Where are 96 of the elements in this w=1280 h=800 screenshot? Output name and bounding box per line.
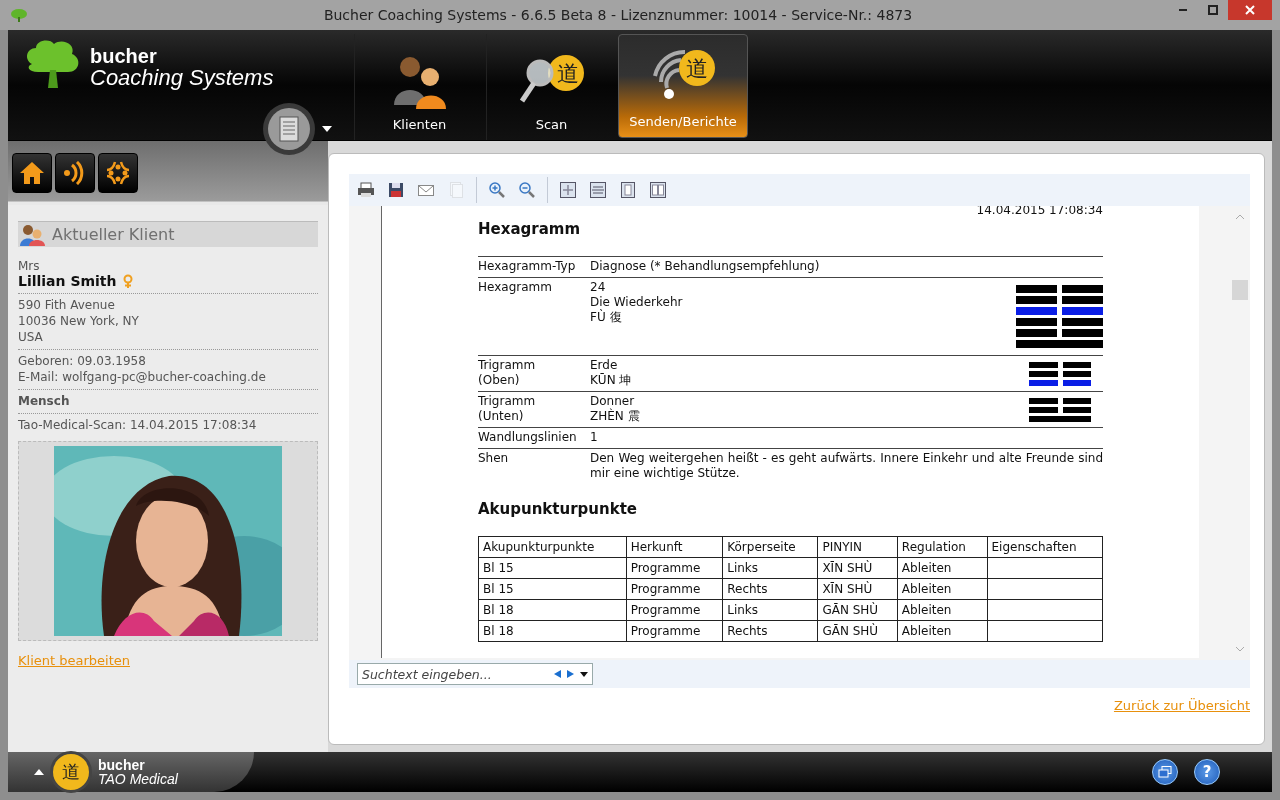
caret-icon[interactable] xyxy=(34,769,44,775)
table-cell: GĀN SHÙ xyxy=(817,599,898,621)
client-salutation: Mrs xyxy=(18,259,41,273)
table-cell: Links xyxy=(722,599,818,621)
table-cell: Bl 15 xyxy=(478,557,627,579)
table-cell: Programme xyxy=(626,557,723,579)
column-header: Akupunkturpunkte xyxy=(478,536,627,558)
windows-button[interactable] xyxy=(1152,759,1178,785)
section-title: Aktueller Klient xyxy=(52,225,175,244)
row-label: Wandlungslinien xyxy=(478,430,578,445)
single-page-icon xyxy=(619,181,637,199)
row-label: Trigramm xyxy=(478,394,537,409)
table-cell: XĪN SHÙ xyxy=(817,557,898,579)
row-label: (Unten) xyxy=(478,409,525,424)
caret-icon[interactable] xyxy=(580,671,588,677)
table-cell: Programme xyxy=(626,599,723,621)
table-cell: Rechts xyxy=(722,620,818,642)
row-value: Die Wiederkehr xyxy=(590,295,684,309)
address-line: USA xyxy=(18,329,44,345)
table-cell: Links xyxy=(722,557,818,579)
column-header: PINYIN xyxy=(817,536,898,558)
table-cell: Bl 18 xyxy=(478,599,627,621)
next-icon[interactable] xyxy=(567,670,574,678)
maximize-icon xyxy=(1208,5,1218,15)
nav-tab[interactable]: 道 Scan xyxy=(486,34,616,140)
close-button[interactable] xyxy=(1228,0,1272,20)
table-cell: GĀN SHÙ xyxy=(817,620,898,642)
column-header: Körperseite xyxy=(722,536,818,558)
zoom-in-icon xyxy=(488,181,506,199)
report-heading: Akupunkturpunkte xyxy=(478,500,638,518)
search-field[interactable]: Suchtext eingeben... xyxy=(357,663,593,685)
previous-icon[interactable] xyxy=(554,670,561,678)
female-icon xyxy=(122,274,133,288)
pattern-icon xyxy=(105,160,131,186)
window-title: Bucher Coaching Systems - 6.6.5 Beta 8 - Lizenznummer: 10014 - Service-Nr.: 4873 xyxy=(322,7,914,23)
zoom-out-icon xyxy=(518,181,536,199)
home-button[interactable] xyxy=(12,153,52,193)
row-value: Diagnose (* Behandlungsempfehlung) xyxy=(590,259,821,274)
row-value: FÙ 復 xyxy=(590,310,623,325)
row-value: 24 xyxy=(590,280,607,295)
signal-button[interactable] xyxy=(55,153,95,193)
row-value: 1 xyxy=(590,430,599,445)
address-line: 590 Fith Avenue xyxy=(18,297,116,313)
table-cell: Bl 18 xyxy=(478,620,627,642)
report-heading: Hexagramm xyxy=(478,220,582,238)
table-cell: Ableiten xyxy=(897,599,988,621)
tao-emblem[interactable]: 道 xyxy=(50,751,92,793)
two-pages-icon xyxy=(649,181,667,199)
address-line: 10036 New York, NY xyxy=(18,313,140,329)
column-header: Regulation xyxy=(897,536,988,558)
row-label: Hexagramm-Typ xyxy=(478,259,577,274)
fit-width-icon xyxy=(589,181,607,199)
table-cell: Programme xyxy=(626,578,723,600)
table-cell: Bl 15 xyxy=(478,578,627,600)
help-button[interactable]: ? xyxy=(1194,759,1220,785)
windows-icon xyxy=(1158,766,1172,778)
column-header: Eigenschaften xyxy=(987,536,1103,558)
minimize-icon xyxy=(1179,9,1187,11)
footer-brand: bucher xyxy=(98,758,146,772)
save-icon xyxy=(387,181,405,199)
clients-icon xyxy=(20,223,46,246)
print-icon xyxy=(357,181,375,199)
table-cell: XĪN SHÙ xyxy=(817,578,898,600)
row-value: Donner xyxy=(590,394,636,408)
row-label: Trigramm xyxy=(478,358,537,373)
client-name: Lillian Smith xyxy=(18,273,117,289)
row-value: ZHÈN 震 xyxy=(590,409,641,424)
tree-icon xyxy=(10,8,28,22)
row-value: Erde xyxy=(590,358,619,373)
row-value: Den Weg weitergehen heißt - es geht aufwärts. Innere Einkehr und alte Freunde sind mir eine wichtige Stütze. xyxy=(590,451,1103,481)
birth-date: Geboren: 09.03.1958 xyxy=(18,353,147,369)
footer-product: TAO Medical xyxy=(98,772,178,786)
row-label: Hexagramm xyxy=(478,280,553,295)
table-cell: Ableiten xyxy=(897,620,988,642)
scroll-thumb[interactable] xyxy=(1232,280,1248,300)
fit-page-icon xyxy=(559,181,577,199)
column-header: Herkunft xyxy=(626,536,723,558)
row-label: (Oben) xyxy=(478,373,521,388)
row-label: Shen xyxy=(478,451,510,466)
pattern-button[interactable] xyxy=(98,153,138,193)
table-cell: Ableiten xyxy=(897,578,988,600)
row-value: KŪN 坤 xyxy=(590,373,633,388)
home-icon xyxy=(19,161,45,185)
nav-tab[interactable]: Klienten xyxy=(354,34,484,140)
scan-date: Tao-Medical-Scan: 14.04.2015 17:08:34 xyxy=(18,417,258,433)
nav-tab[interactable]: 道 Senden/Berichte xyxy=(618,34,748,138)
table-cell: Rechts xyxy=(722,578,818,600)
table-cell: Ableiten xyxy=(897,557,988,579)
client-group: Mensch xyxy=(18,393,318,409)
search-field[interactable]: Suchtext eingeben... xyxy=(358,666,548,682)
logo-brand: bucher xyxy=(90,46,158,66)
logo-product: Coaching Systems xyxy=(90,66,274,90)
email-text: E-Mail: wolfgang-pc@bucher-coaching.de xyxy=(18,369,267,385)
close-icon xyxy=(1245,5,1255,15)
caret-icon[interactable] xyxy=(322,126,332,132)
table-cell: Programme xyxy=(626,620,723,642)
